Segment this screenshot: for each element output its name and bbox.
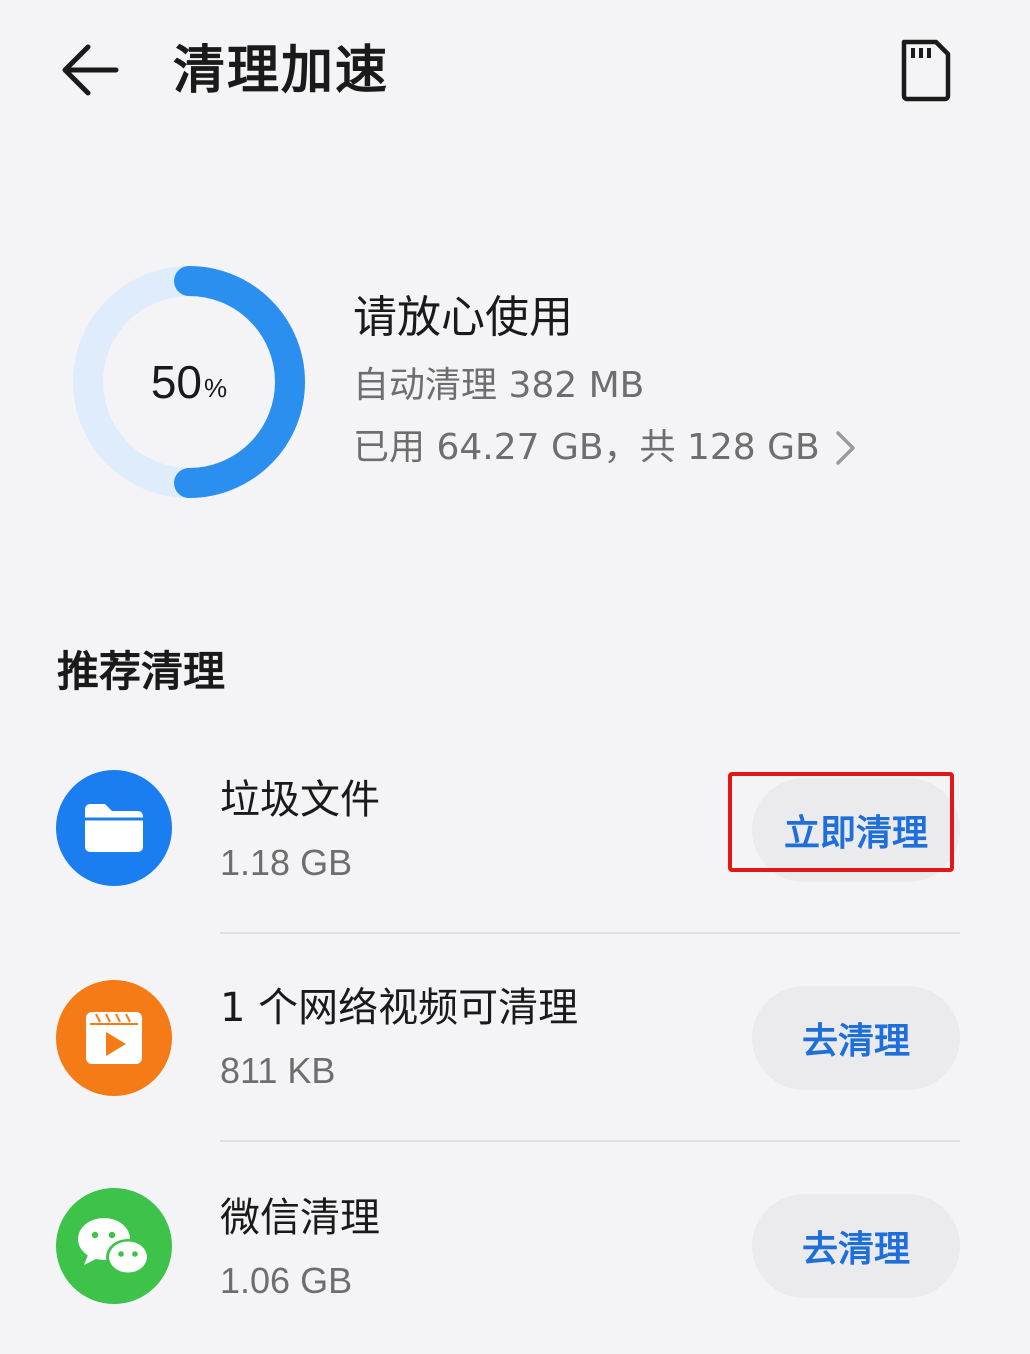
sd-card-icon bbox=[901, 39, 951, 102]
folder-icon bbox=[85, 804, 143, 852]
item-size: 1.18 GB bbox=[220, 842, 353, 883]
storage-detail-link[interactable]: 已用 64.27 GB，共 128 GB bbox=[353, 422, 858, 474]
page-title: 清理加速 bbox=[173, 41, 390, 101]
chevron-right-icon bbox=[836, 431, 855, 465]
list-item-junk-files: 垃圾文件 1.18 GB 立即清理 bbox=[0, 730, 1030, 938]
status-text: 请放心使用 bbox=[353, 292, 573, 343]
item-name: 垃圾文件 bbox=[220, 777, 380, 823]
divider bbox=[220, 932, 960, 934]
section-title: 推荐清理 bbox=[57, 647, 226, 696]
usage-percent: 50 % bbox=[72, 265, 306, 499]
list-item-online-video: 1 个网络视频可清理 811 KB 去清理 bbox=[0, 938, 1030, 1146]
storage-button[interactable] bbox=[896, 38, 956, 102]
item-name: 1 个网络视频可清理 bbox=[220, 985, 579, 1031]
item-name: 微信清理 bbox=[220, 1195, 380, 1241]
junk-files-icon-bg bbox=[56, 770, 172, 886]
video-icon bbox=[86, 1012, 142, 1064]
usage-percent-sign: % bbox=[204, 372, 228, 403]
wechat-icon bbox=[78, 1218, 150, 1275]
go-clean-video-button[interactable]: 去清理 bbox=[752, 986, 960, 1090]
app-header: 清理加速 bbox=[0, 0, 1030, 140]
auto-clean-text: 自动清理 382 MB bbox=[353, 365, 645, 406]
usage-percent-value: 50 bbox=[150, 356, 203, 408]
clean-now-button[interactable]: 立即清理 bbox=[752, 778, 960, 882]
go-clean-wechat-button[interactable]: 去清理 bbox=[752, 1194, 960, 1298]
divider bbox=[220, 1140, 960, 1142]
arrow-left-icon bbox=[62, 44, 119, 96]
item-size: 1.06 GB bbox=[220, 1260, 353, 1301]
back-button[interactable] bbox=[58, 40, 122, 100]
video-icon-bg bbox=[56, 980, 172, 1096]
list-item-wechat: 微信清理 1.06 GB 去清理 bbox=[0, 1146, 1030, 1354]
storage-usage-text: 已用 64.27 GB，共 128 GB bbox=[353, 427, 820, 468]
item-size: 811 KB bbox=[220, 1050, 336, 1091]
wechat-icon-bg bbox=[56, 1188, 172, 1304]
